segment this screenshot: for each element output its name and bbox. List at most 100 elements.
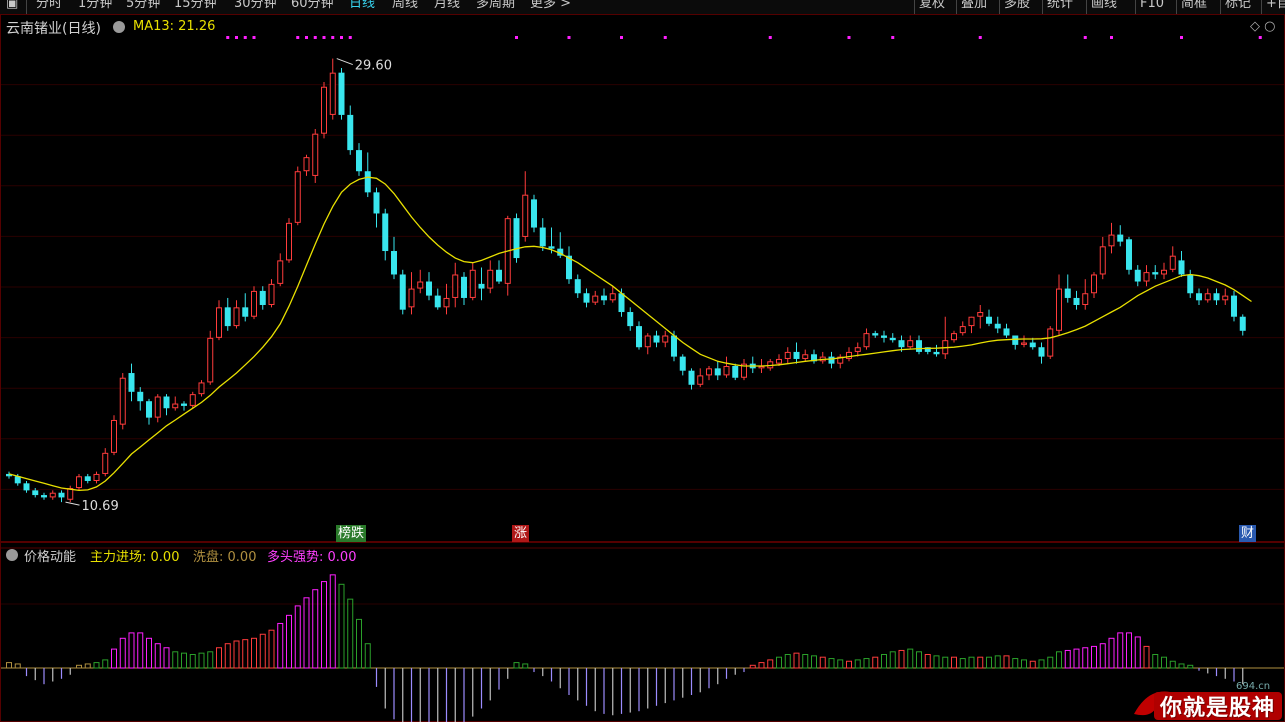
indicator-bar <box>119 637 126 669</box>
candle-body <box>461 276 467 298</box>
candle-body <box>172 403 179 409</box>
period-tab[interactable]: 30分钟 <box>234 0 277 11</box>
signal-dot <box>1083 36 1087 39</box>
indicator-bar <box>837 659 844 669</box>
indicator-bar <box>347 598 354 669</box>
indicator-bar <box>1187 664 1194 669</box>
candle-body <box>1231 295 1237 317</box>
candle-body <box>784 351 791 359</box>
indicator-bar <box>329 574 336 669</box>
indicator-bar <box>242 639 249 669</box>
tool-tab[interactable]: 叠加 <box>961 0 987 11</box>
period-tab[interactable]: 5分钟 <box>126 0 160 11</box>
indicator-bar <box>1021 659 1027 669</box>
toolbar-menu-icon[interactable]: ▣ <box>6 0 18 11</box>
indicator-bar <box>146 637 152 669</box>
candle-body <box>513 218 520 259</box>
indicator-bar <box>303 597 310 669</box>
indicator-bar <box>207 651 214 669</box>
candle-body <box>723 366 730 376</box>
candle-body <box>102 452 109 474</box>
low-arrow <box>65 501 80 506</box>
period-tab[interactable]: 分时 <box>36 0 62 11</box>
signal-dot <box>1110 36 1113 39</box>
candle-body <box>1204 293 1211 301</box>
signal-dot <box>567 36 571 39</box>
candle-body <box>793 351 800 359</box>
indicator-bar <box>1003 655 1010 669</box>
candle-body <box>434 295 441 308</box>
candle-body <box>356 150 362 172</box>
candle-body <box>338 72 345 115</box>
candle-body <box>426 281 432 296</box>
period-tab[interactable]: 1分钟 <box>78 0 112 11</box>
candle-body <box>872 333 879 336</box>
indicator-bar <box>513 662 520 669</box>
signal-dot <box>305 36 308 39</box>
tool-tab[interactable]: 标记 <box>1225 0 1251 11</box>
indicator-bar <box>1178 663 1185 669</box>
candle-body <box>391 251 397 275</box>
period-tab[interactable]: 周线 <box>392 0 418 11</box>
candle-body <box>181 403 187 406</box>
toolbar-divider <box>1261 0 1262 14</box>
indicator-bar <box>1152 654 1159 669</box>
candle-body <box>207 337 214 383</box>
signal-dot <box>348 36 352 39</box>
candle-body <box>539 227 546 247</box>
candle-body <box>251 290 257 317</box>
period-tab[interactable]: 日线 <box>349 0 375 11</box>
candle-body <box>478 283 485 289</box>
indicator-bar <box>233 640 240 669</box>
candle-body <box>224 307 231 327</box>
candle-body <box>242 307 249 317</box>
tool-tab[interactable]: 简框 <box>1181 0 1207 11</box>
candle-body <box>1108 234 1115 247</box>
candle-body <box>93 473 100 481</box>
badge-cai[interactable]: 财 <box>1239 525 1257 542</box>
badge-zhang[interactable]: 涨 <box>512 525 530 542</box>
candle-body <box>111 419 117 453</box>
candle-body <box>119 377 126 425</box>
indicator-bar <box>986 656 992 669</box>
badge-bangdie[interactable]: 榜跌 <box>336 525 367 542</box>
period-tab[interactable]: 多周期 <box>476 0 515 11</box>
signal-dot <box>620 36 623 39</box>
tool-tab[interactable]: 画线 <box>1091 0 1117 11</box>
candle-body <box>58 492 65 498</box>
candle-body <box>294 171 301 223</box>
indicator-bar <box>749 664 756 669</box>
tool-tab[interactable]: 复权 <box>919 0 945 11</box>
candle-body <box>1143 272 1150 282</box>
signal-dot <box>978 36 982 39</box>
candle-body <box>644 335 651 348</box>
period-tab[interactable]: 15分钟 <box>174 0 217 11</box>
candle-body <box>671 335 677 357</box>
tool-tab[interactable]: 多股 <box>1004 0 1030 11</box>
candle-body <box>443 297 450 308</box>
candle-body <box>846 351 852 359</box>
tool-tab[interactable]: +自 <box>1266 0 1285 11</box>
candle-body <box>907 340 914 348</box>
candlestick-chart[interactable]: 29.60 10.69 <box>0 14 1285 542</box>
indicator-bar <box>1082 647 1089 669</box>
indicator-bar <box>224 643 231 669</box>
toolbar-divider <box>1042 0 1043 14</box>
indicator-bar <box>1117 632 1124 669</box>
candle-body <box>881 335 887 338</box>
indicator-bar <box>977 656 984 669</box>
candle-body <box>1187 274 1194 294</box>
candle-body <box>951 333 957 341</box>
momentum-indicator-chart[interactable] <box>0 542 1285 722</box>
indicator-bar <box>189 654 196 669</box>
period-tab[interactable]: 更多 > <box>530 0 571 11</box>
tool-tab[interactable]: 统计 <box>1047 0 1073 11</box>
signal-dot <box>663 36 667 39</box>
indicator-bar <box>846 660 852 669</box>
period-tab[interactable]: 60分钟 <box>291 0 334 11</box>
tool-tab[interactable]: F10 <box>1140 0 1164 11</box>
signal-dot <box>1180 36 1183 39</box>
indicator-bar <box>102 659 109 669</box>
period-tab[interactable]: 月线 <box>434 0 460 11</box>
candle-body <box>268 283 275 305</box>
